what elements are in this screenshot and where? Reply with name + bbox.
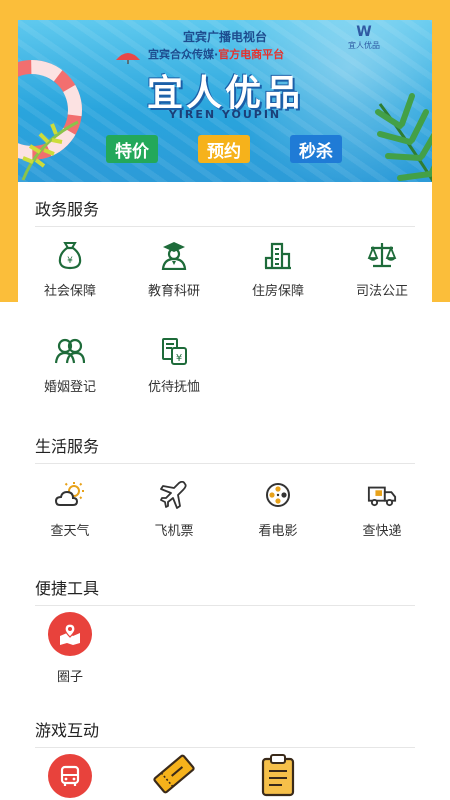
grid-item-label: 查快递 <box>362 524 402 539</box>
section-title-life: 生活服务 <box>35 437 100 456</box>
grid-item-social-security[interactable]: ¥ 社会保障 <box>18 240 122 299</box>
grid-item-preferential-care[interactable]: ¥ 优待抚恤 <box>122 336 226 395</box>
circle-map-icon <box>48 612 92 656</box>
divider <box>35 747 415 748</box>
banner-subtitle-line: 宜宾合众传媒·官方电商平台 <box>148 46 284 62</box>
banner-logo: W 宜人优品 <box>344 24 384 51</box>
tag-reservation[interactable]: 预约 <box>198 135 250 163</box>
grid-item-label: 看电影 <box>258 524 298 539</box>
grid-item-label: 优待抚恤 <box>147 380 200 395</box>
building-icon <box>263 240 293 270</box>
grid-item-label: 教育科研 <box>147 284 200 299</box>
svg-text:¥: ¥ <box>67 256 73 266</box>
grid-item-label: 查天气 <box>50 524 90 539</box>
grid-item-circle[interactable]: 圈子 <box>18 612 122 685</box>
banner-line2-prefix: 宜宾合众传媒· <box>148 48 219 61</box>
divider <box>35 226 415 227</box>
banner-line2-highlight: 官方电商平台 <box>218 48 285 61</box>
tag-special-price[interactable]: 特价 <box>106 135 158 163</box>
film-reel-icon <box>263 480 293 510</box>
graduate-icon <box>159 240 189 270</box>
grid-item-label: 圈子 <box>56 670 83 685</box>
umbrella-icon <box>116 53 140 64</box>
grid-item-label: 住房保障 <box>251 284 304 299</box>
divider <box>35 605 415 606</box>
grid-item-marriage[interactable]: 婚姻登记 <box>18 336 122 395</box>
promo-banner[interactable]: 宜宾广播电视台 宜宾合众传媒·官方电商平台 W 宜人优品 宜人优品 YIREN … <box>18 20 432 182</box>
weather-icon <box>55 480 85 510</box>
grid-item-game-bus[interactable] <box>18 754 122 798</box>
section-title-government: 政务服务 <box>35 200 100 219</box>
grid-item-game-clipboard[interactable] <box>226 752 330 798</box>
divider <box>35 463 415 464</box>
bus-icon <box>48 754 92 798</box>
grid-item-label: 社会保障 <box>43 284 96 299</box>
couple-icon <box>55 336 85 366</box>
grid-item-weather[interactable]: 查天气 <box>18 480 122 539</box>
ticket-icon <box>150 750 198 798</box>
scales-icon <box>367 240 397 270</box>
grid-item-label: 婚姻登记 <box>43 380 96 395</box>
grid-item-education[interactable]: 教育科研 <box>122 240 226 299</box>
section-title-games: 游戏互动 <box>35 721 100 740</box>
svg-text:¥: ¥ <box>176 353 182 364</box>
banner-logo-mark: W <box>356 24 372 40</box>
money-document-icon: ¥ <box>159 336 189 366</box>
airplane-icon <box>159 480 189 510</box>
tag-flash-sale[interactable]: 秒杀 <box>290 135 342 163</box>
grid-item-housing[interactable]: 住房保障 <box>226 240 330 299</box>
clipboard-icon <box>256 752 300 798</box>
grid-item-express[interactable]: 查快递 <box>330 480 434 539</box>
grid-item-justice[interactable]: 司法公正 <box>330 240 434 299</box>
grid-item-game-ticket[interactable] <box>122 750 226 798</box>
leaf-decoration-icon <box>21 120 79 181</box>
grid-item-label: 飞机票 <box>154 524 194 539</box>
delivery-truck-icon <box>367 480 397 510</box>
grid-item-label: 司法公正 <box>355 284 408 299</box>
grid-item-movie[interactable]: 看电影 <box>226 480 330 539</box>
banner-logo-text: 宜人优品 <box>348 41 380 50</box>
grid-item-flight[interactable]: 飞机票 <box>122 480 226 539</box>
section-title-tools: 便捷工具 <box>35 579 100 598</box>
money-bag-icon: ¥ <box>55 240 85 270</box>
banner-english-subtitle: YIREN YOUPIN <box>168 108 282 121</box>
